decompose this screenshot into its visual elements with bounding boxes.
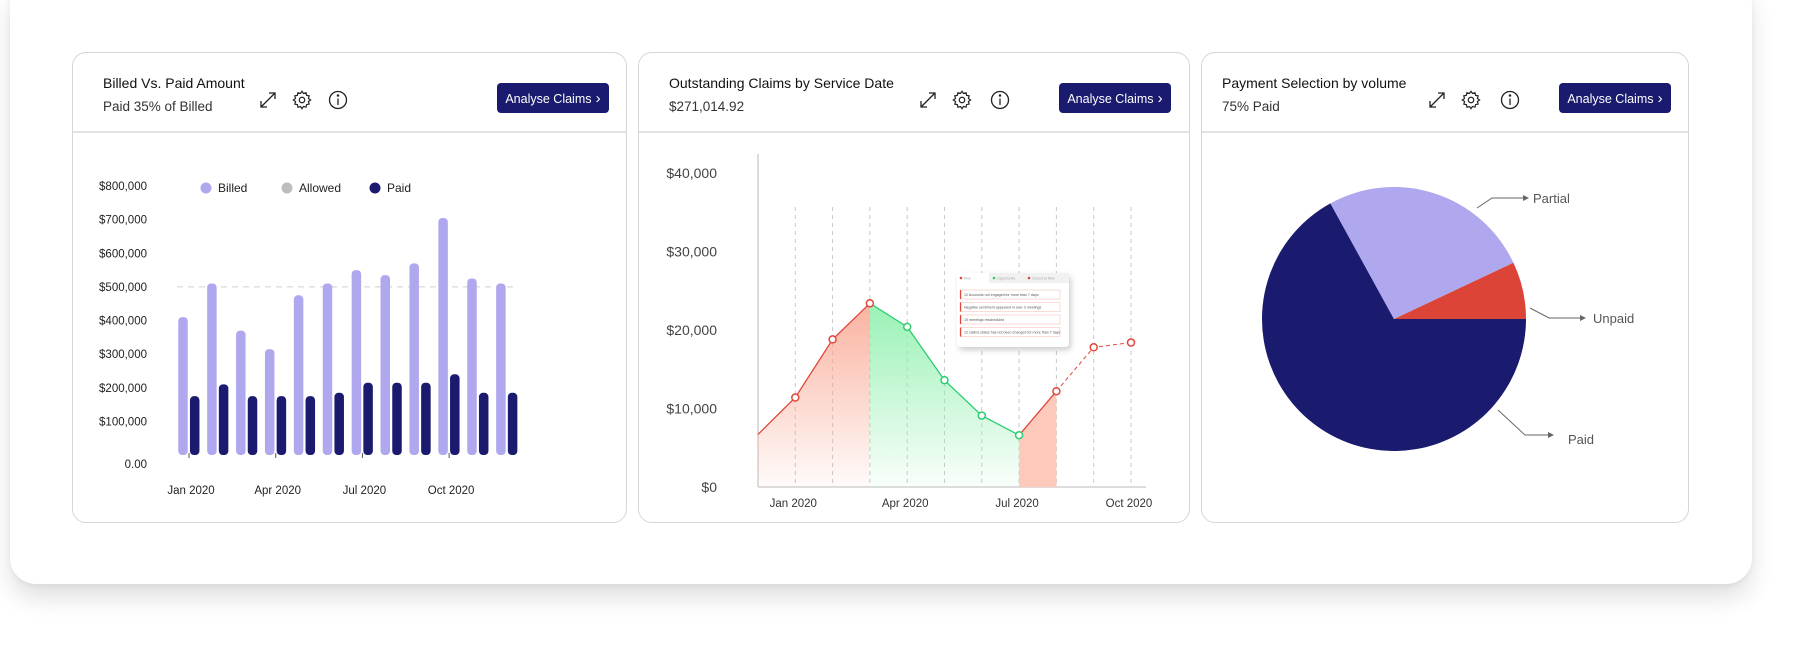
y-tick-label: $0 (701, 479, 717, 495)
bar-paid (478, 392, 489, 455)
data-point (1089, 343, 1098, 352)
pie-label-unpaid: Unpaid (1593, 311, 1634, 326)
tooltip-item-marker (960, 302, 962, 312)
bar-paid (334, 392, 344, 455)
bar-billed (322, 283, 333, 455)
bar-paid (392, 382, 402, 455)
legend-label-paid: Paid (387, 181, 411, 195)
x-tick-label: Oct 2020 (1106, 498, 1153, 510)
billed-vs-paid-bar-chart: 0.00 $100,000 $200,000 $300,000 $400,000 $500… (99, 181, 518, 497)
data-point (977, 411, 987, 420)
bar-billed (178, 317, 188, 455)
leader-line (1497, 409, 1554, 438)
data-point (940, 375, 949, 385)
y-tick-label: $100,000 (99, 416, 147, 428)
bar-billed (409, 263, 419, 455)
pie-label-paid: Paid (1568, 432, 1594, 447)
legend-label-billed: Billed (218, 181, 247, 195)
y-tick-label: $200,000 (99, 383, 147, 395)
tooltip-item-text: 12 Accounts not engaged for more than 7 … (964, 293, 1039, 297)
area-risk (758, 303, 870, 487)
bar-billed (438, 217, 448, 455)
charts-layer: 0.00 $100,000 $200,000 $300,000 $400,000 $500… (99, 154, 1634, 510)
bar-paid (189, 396, 200, 455)
y-tick-label: $30,000 (666, 244, 717, 260)
x-tick-label: Jul 2020 (995, 498, 1038, 510)
x-tick-label: Oct 2020 (428, 485, 475, 497)
data-point (1052, 386, 1061, 396)
bar-billed (207, 283, 217, 455)
tooltip-legend-dot (1027, 276, 1031, 280)
y-tick-label: $600,000 (99, 248, 147, 260)
bar-paid (421, 382, 431, 455)
x-tick-label: Apr 2020 (882, 498, 929, 510)
data-point (1126, 338, 1136, 347)
x-tick-label: Jan 2020 (167, 485, 214, 497)
bar-billed (467, 278, 477, 455)
y-tick-label: $400,000 (99, 316, 147, 328)
bar-paid (450, 374, 460, 455)
bar-paid (305, 396, 316, 455)
tooltip-item-marker (960, 290, 962, 299)
bar-billed (496, 283, 506, 455)
payment-selection-pie-chart: Paid Partial Unpaid (1261, 187, 1634, 452)
tooltip-legend-label: Opportunity (997, 277, 1015, 281)
legend-label-allowed: Allowed (299, 181, 341, 195)
x-tick-label: Apr 2020 (254, 485, 301, 497)
x-tick-label: Jan 2020 (770, 498, 817, 510)
tooltip-item-text: 12 claims status has not been changed fo… (964, 331, 1060, 335)
leader-line (1529, 307, 1586, 321)
legend-dot-allowed (281, 182, 293, 194)
y-tick-label: $500,000 (99, 282, 147, 294)
bar-paid (247, 396, 258, 455)
outstanding-claims-area-chart: $0 $10,000 $20,000 $30,000 $40,000 Jan 2020 Ap… (666, 154, 1152, 510)
tooltip-legend-dot (959, 276, 963, 280)
y-tick-label: $40,000 (666, 165, 717, 181)
x-tick-label: Jul 2020 (343, 485, 386, 497)
data-point (865, 299, 875, 308)
legend-dot-paid (369, 182, 381, 194)
y-tick-label: $800,000 (99, 181, 147, 193)
bar-billed (380, 275, 391, 455)
bar-billed (293, 295, 304, 455)
bar-billed (351, 270, 362, 455)
y-tick-label: $700,000 (99, 215, 147, 227)
pie-label-partial: Partial (1533, 191, 1570, 206)
data-point (902, 322, 912, 332)
leader-line (1476, 195, 1529, 209)
tooltip-item-marker (960, 327, 962, 337)
y-tick-label: $10,000 (666, 401, 717, 417)
data-point (1014, 430, 1024, 440)
bar-paid (507, 392, 518, 455)
tooltip-item-text: 15 meetings rescheduled (964, 318, 1004, 322)
tooltip-legend-label: Risk (964, 277, 971, 281)
bar-billed (264, 349, 275, 455)
tooltip-legend-label: Closed at Risk (1032, 277, 1055, 281)
area-risk (1019, 391, 1057, 487)
y-tick-label: 0.00 (125, 459, 147, 471)
bar-paid (276, 396, 287, 455)
data-point (828, 335, 837, 344)
tooltip-legend-dot (992, 276, 996, 280)
bar-paid (218, 384, 229, 455)
tooltip-item-marker (960, 315, 962, 324)
bar-paid (363, 382, 373, 455)
legend-dot-billed (200, 182, 212, 194)
y-tick-label: $20,000 (666, 322, 717, 338)
data-point (791, 393, 800, 402)
tooltip-item-text: Negative sentiment appeared in over 3 me… (964, 306, 1042, 310)
bar-billed (236, 330, 246, 455)
y-tick-label: $300,000 (99, 349, 147, 361)
